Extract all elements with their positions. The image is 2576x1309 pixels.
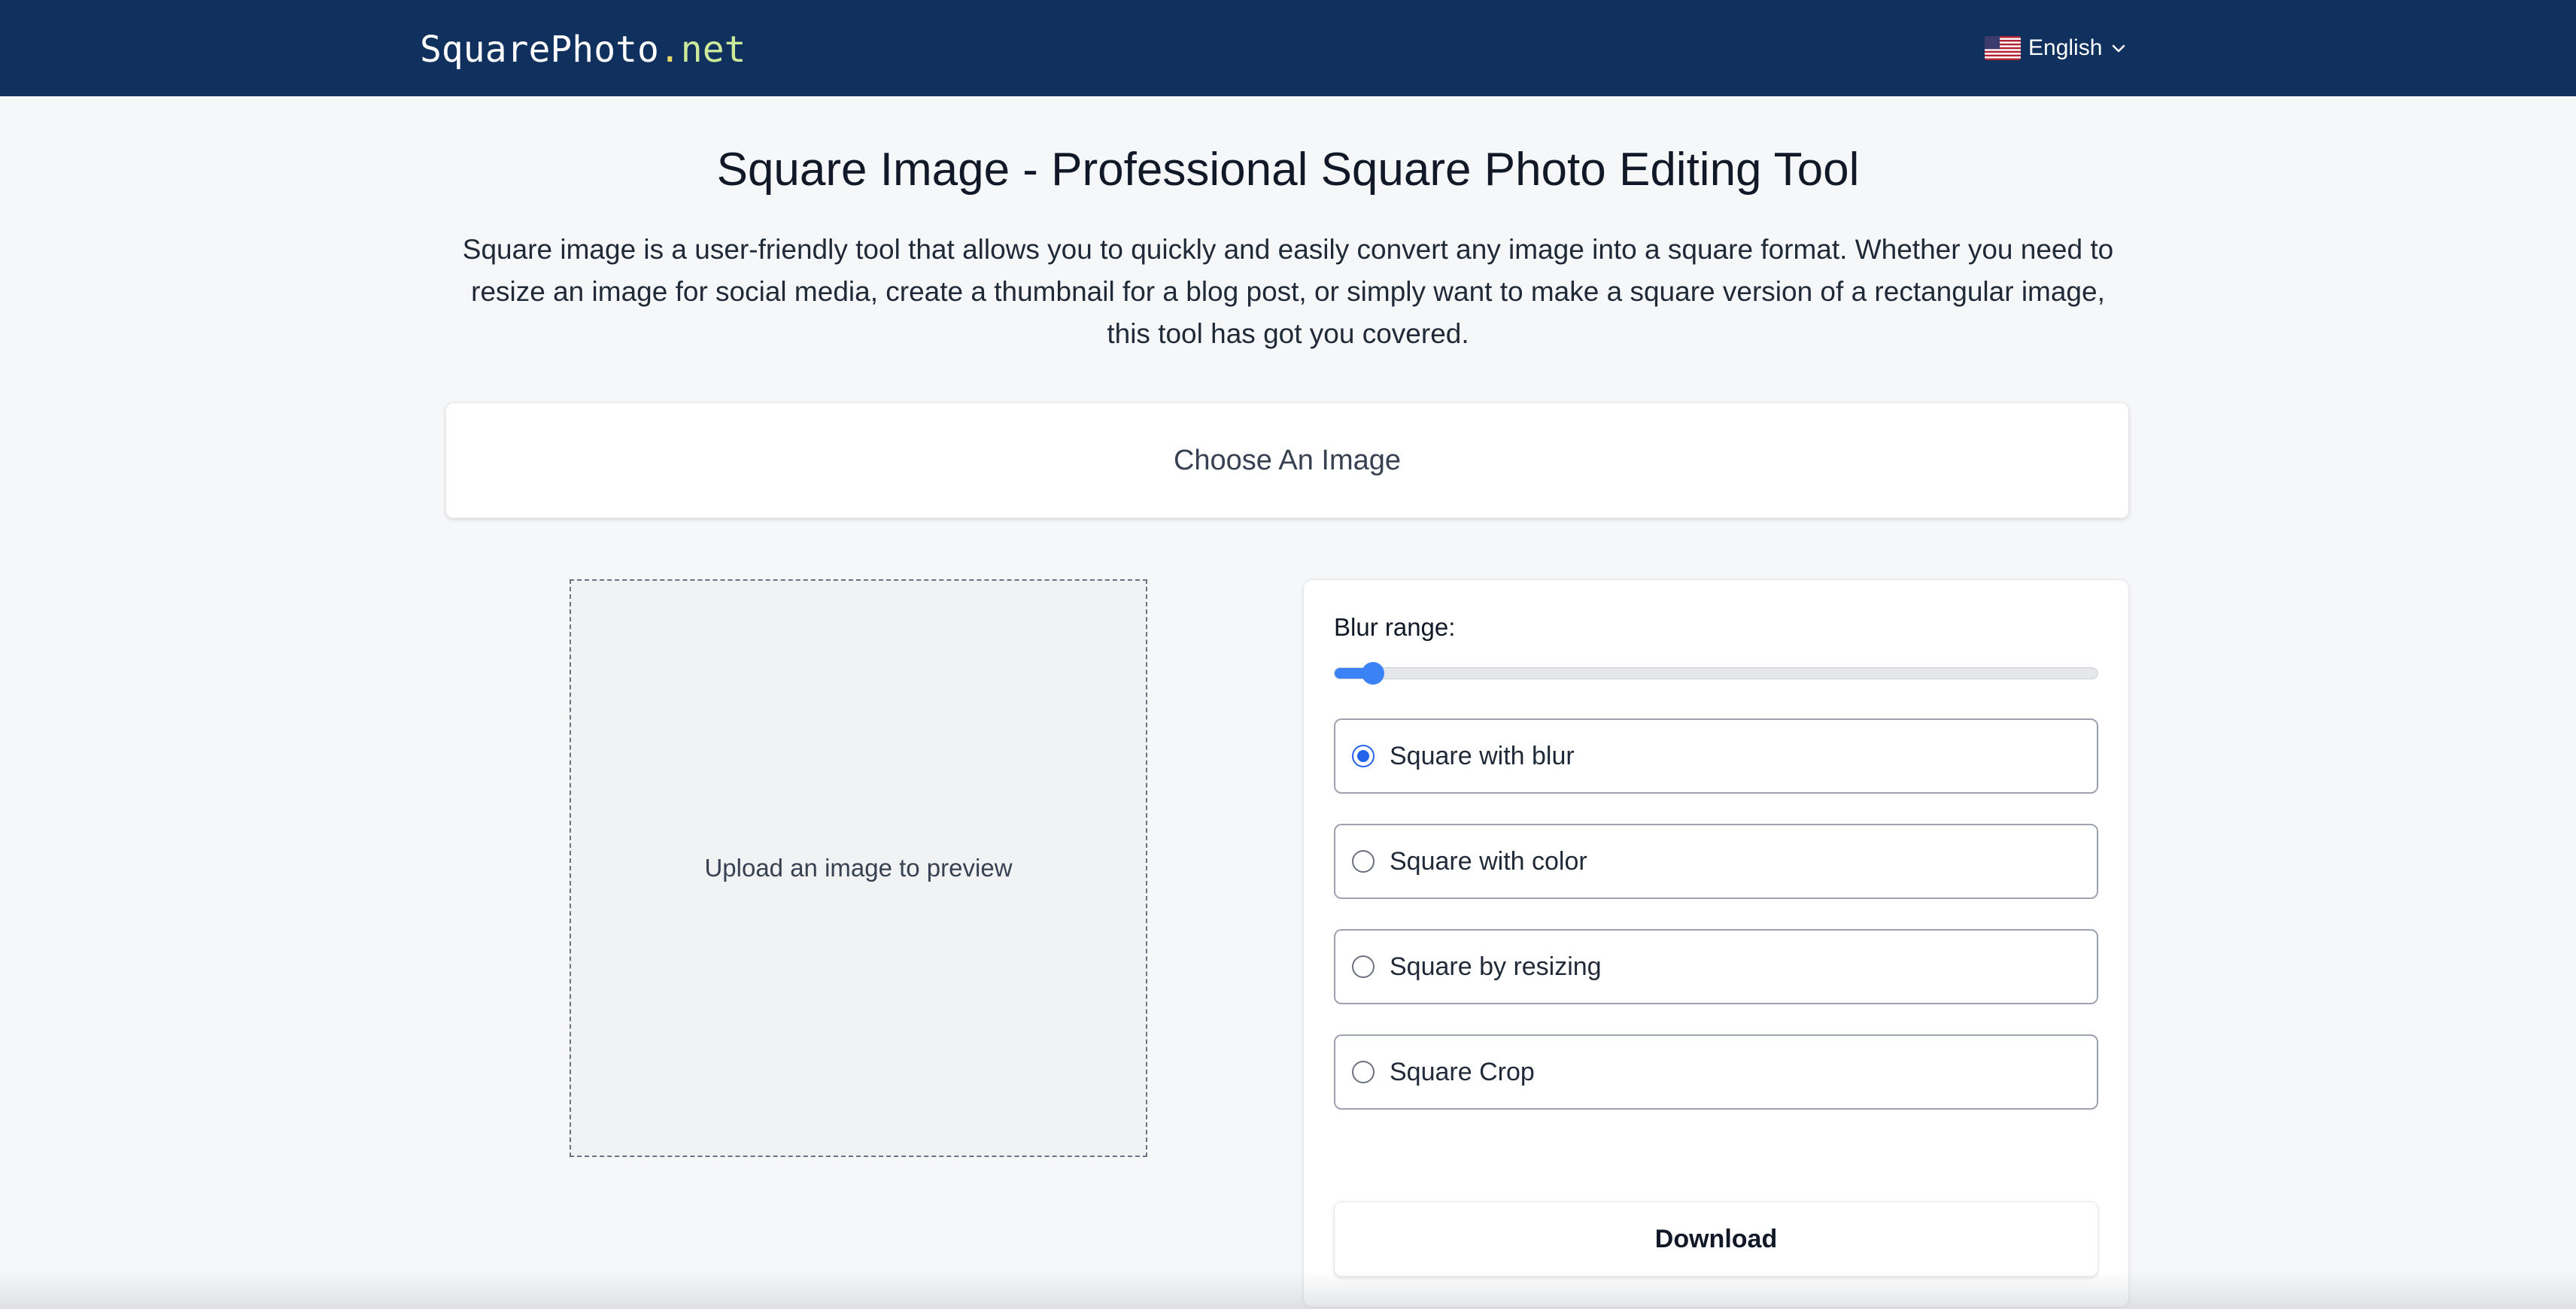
- option-square-by-resizing[interactable]: Square by resizing: [1334, 929, 2098, 1004]
- option-label: Square with color: [1390, 846, 1587, 876]
- page-title: Square Image - Professional Square Photo…: [716, 144, 1860, 196]
- radio-square-by-resizing[interactable]: [1352, 955, 1375, 978]
- radio-square-crop[interactable]: [1352, 1061, 1375, 1083]
- blur-range-label: Blur range:: [1334, 613, 1456, 641]
- radio-square-with-blur[interactable]: [1352, 745, 1375, 767]
- us-flag-icon: [1985, 36, 2021, 60]
- option-square-with-blur[interactable]: Square with blur: [1334, 718, 2098, 794]
- option-label: Square by resizing: [1390, 952, 1602, 981]
- logo-name: SquarePhoto: [420, 29, 659, 71]
- language-label: English: [2028, 35, 2103, 60]
- slider-thumb[interactable]: [1361, 662, 1384, 685]
- option-square-crop[interactable]: Square Crop: [1334, 1034, 2098, 1110]
- options-panel: Blur range: Square with blur Square with…: [1303, 579, 2129, 1307]
- logo-tld: net: [680, 29, 746, 71]
- choose-image-button[interactable]: Choose An Image: [445, 402, 2129, 518]
- preview-placeholder: Upload an image to preview: [704, 854, 1013, 882]
- option-label: Square Crop: [1390, 1057, 1535, 1086]
- option-label: Square with blur: [1390, 741, 1575, 770]
- site-logo[interactable]: SquarePhoto.net: [420, 29, 746, 71]
- download-button[interactable]: Download: [1334, 1201, 2098, 1277]
- site-header: SquarePhoto.net English: [0, 0, 2576, 96]
- download-label: Download: [1654, 1224, 1778, 1253]
- language-selector[interactable]: English: [1985, 33, 2128, 63]
- page-bottom-shadow: [0, 1271, 2576, 1309]
- chevron-down-icon: [2113, 44, 2125, 53]
- logo-dot: .: [658, 29, 681, 71]
- option-square-with-color[interactable]: Square with color: [1334, 824, 2098, 899]
- radio-square-with-color[interactable]: [1352, 850, 1375, 873]
- image-preview-area: Upload an image to preview: [570, 579, 1147, 1157]
- blur-range-slider[interactable]: [1334, 662, 2098, 685]
- page-description: Square image is a user-friendly tool tha…: [462, 234, 2114, 349]
- choose-image-label: Choose An Image: [1173, 444, 1402, 476]
